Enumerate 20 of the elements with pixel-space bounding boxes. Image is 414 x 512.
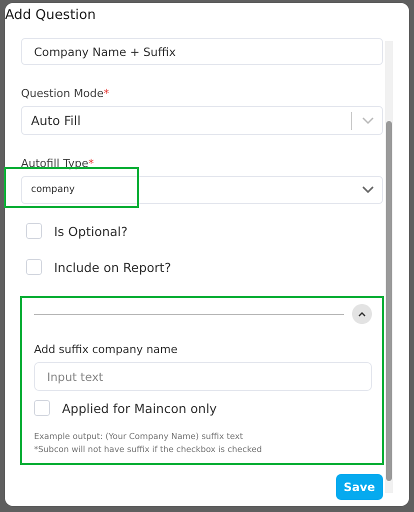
chevron-down-icon (362, 116, 374, 124)
field-label: Add suffix company name (34, 343, 179, 356)
checkbox-label: Applied for Maincon only (62, 400, 217, 416)
chevron-down-icon (362, 186, 374, 194)
question-field[interactable]: Company Name + Suffix (21, 38, 383, 66)
checkbox-label: Include on Report? (54, 260, 172, 274)
checkbox[interactable] (34, 400, 50, 416)
chevron-up-icon (358, 311, 366, 317)
autofill-type-select[interactable]: company (21, 176, 383, 204)
checkbox-label: Is Optional? (54, 224, 128, 238)
input-field[interactable]: Input text (34, 362, 372, 391)
dialog-title: Add Question (5, 7, 96, 23)
help-text: *Subcon will not have suffix if the checkbox is checked (34, 443, 263, 456)
field-label: Question Mode* (21, 87, 110, 100)
question-mode-select[interactable]: Auto Fill (21, 106, 383, 135)
help-text: Example output: (Your Company Name) suffix text (34, 430, 244, 443)
scrollbar[interactable] (385, 41, 393, 493)
checkbox[interactable] (26, 223, 42, 239)
collapse-button[interactable] (352, 304, 372, 324)
checkbox[interactable] (26, 259, 42, 275)
